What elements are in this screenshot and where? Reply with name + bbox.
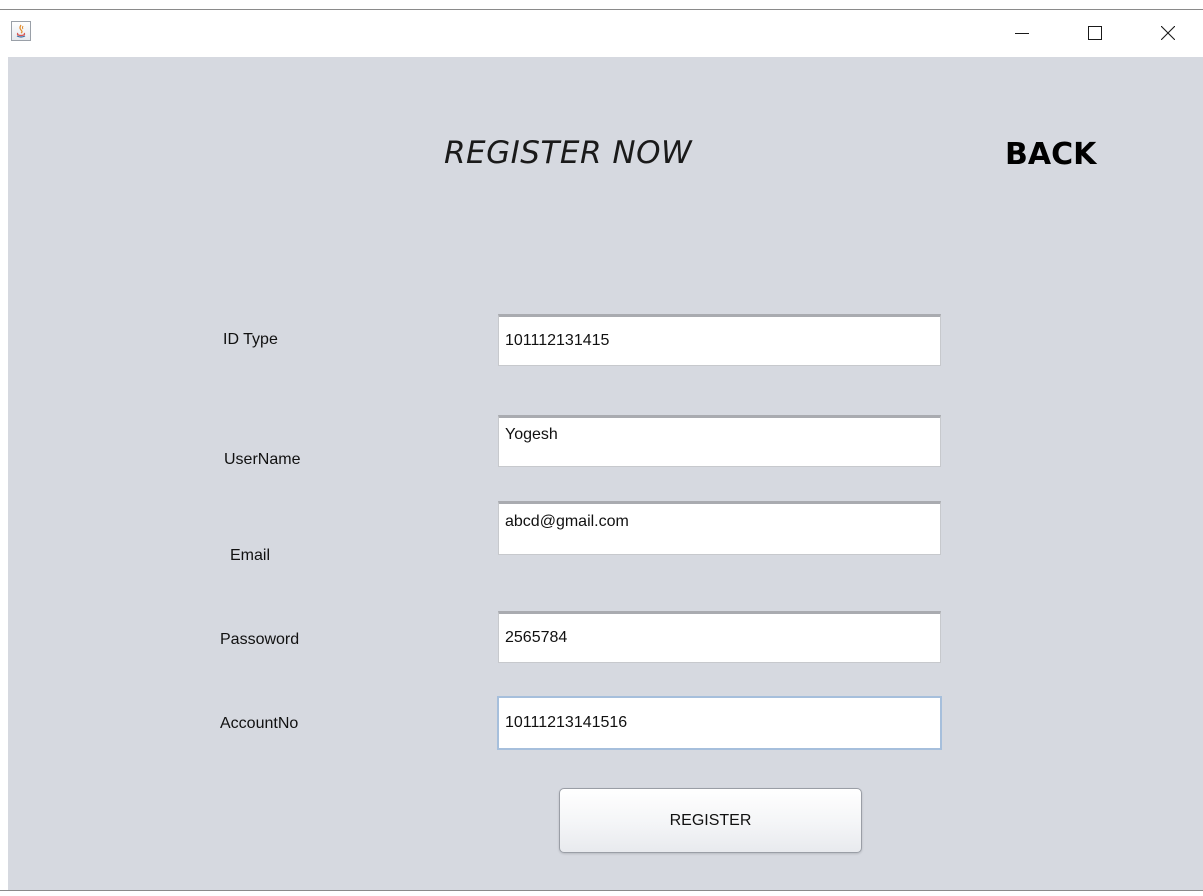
maximize-icon xyxy=(1088,26,1102,40)
title-bar[interactable] xyxy=(0,10,1203,57)
register-button[interactable]: REGISTER xyxy=(559,788,862,853)
id-type-label: ID Type xyxy=(223,331,278,348)
id-type-field[interactable] xyxy=(498,314,941,366)
maximize-button[interactable] xyxy=(1060,10,1130,56)
username-label: UserName xyxy=(224,451,301,468)
account-no-label: AccountNo xyxy=(220,715,299,732)
close-button[interactable] xyxy=(1133,10,1203,56)
username-field[interactable] xyxy=(498,415,941,467)
password-label: Passoword xyxy=(220,631,300,648)
minimize-button[interactable] xyxy=(987,10,1057,56)
window-bottom-edge xyxy=(0,890,1203,896)
email-field[interactable] xyxy=(498,501,941,555)
register-panel: REGISTER NOW BACK ID Type UserName Email… xyxy=(8,57,1203,890)
java-app-icon xyxy=(11,21,31,41)
account-no-field[interactable] xyxy=(497,696,942,750)
app-window: REGISTER NOW BACK ID Type UserName Email… xyxy=(0,0,1203,896)
back-button[interactable]: BACK xyxy=(1005,137,1096,172)
close-icon xyxy=(1161,26,1175,40)
email-label: Email xyxy=(230,547,271,564)
password-field[interactable] xyxy=(498,611,941,663)
page-title: REGISTER NOW xyxy=(444,135,693,171)
minimize-icon xyxy=(1015,33,1029,34)
